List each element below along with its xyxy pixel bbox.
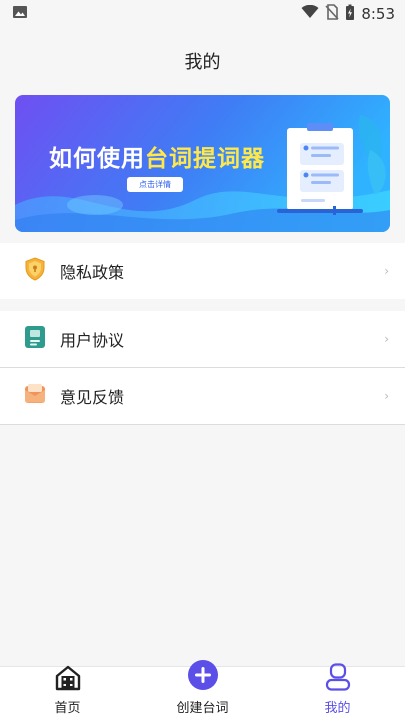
plus-circle-icon [187,659,219,695]
no-sim-icon [325,4,339,24]
book-icon [24,325,46,353]
menu-item-label: 隐私政策 [60,263,125,282]
user-icon [325,663,351,695]
battery-charging-icon [345,4,355,25]
banner-title-prefix: 如何使用 [49,146,145,172]
bottom-tab-bar: 首页 创建台词 我的 [0,660,405,720]
tab-home[interactable]: 首页 [0,665,135,720]
divider [0,424,405,425]
banner-title-highlight: 台词提词器 [145,146,265,172]
image-icon [12,4,28,24]
menu-item-label: 用户协议 [60,331,125,350]
home-icon [54,665,82,695]
mail-icon [24,383,46,409]
chevron-right-icon: › [384,264,389,278]
tab-label: 我的 [324,701,351,716]
menu-item-privacy-policy[interactable]: 隐私政策 › [0,243,405,299]
menu-item-user-agreement[interactable]: 用户协议 › [0,311,405,367]
menu-group-support: 用户协议 › 意见反馈 › [0,311,405,425]
clipboard-illustration [277,123,363,215]
status-indicators: 8:53 [301,4,395,25]
tab-create-script[interactable]: 创建台词 [135,660,270,720]
page-title: 我的 [184,52,221,73]
status-time: 8:53 [361,5,395,23]
menu-group-privacy: 隐私政策 › [0,243,405,299]
chevron-right-icon: › [384,332,389,346]
wifi-icon [301,4,319,23]
shield-icon [24,257,46,285]
banner-details-button[interactable]: 点击详情 [127,177,183,192]
status-bar: 8:53 [0,0,405,28]
chevron-right-icon: › [384,389,389,403]
tab-label: 首页 [54,701,81,716]
menu-item-label: 意见反馈 [60,388,125,407]
menu-item-feedback[interactable]: 意见反馈 › [0,368,405,424]
banner-title: 如何使用台词提词器 [49,139,265,173]
tab-label: 创建台词 [176,701,229,716]
tutorial-banner[interactable]: 如何使用台词提词器 点击详情 [15,95,390,232]
tab-mine[interactable]: 我的 [270,663,405,720]
